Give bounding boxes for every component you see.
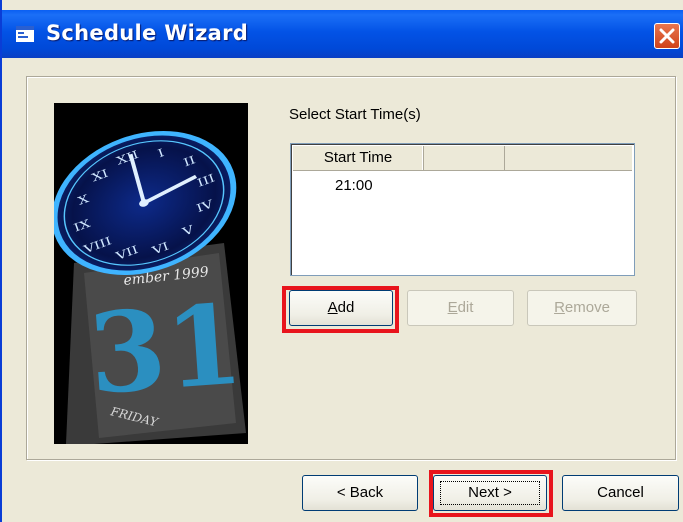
remove-label-rest: emove (564, 299, 610, 316)
edit-mnemonic: E (447, 299, 458, 316)
calendar-day-number: 31 (85, 280, 247, 419)
title-bar[interactable]: Schedule Wizard (2, 10, 683, 58)
list-item[interactable]: 21:00 (335, 177, 373, 194)
add-mnemonic: A (327, 299, 338, 316)
edit-button[interactable]: Edit (407, 290, 514, 326)
start-times-label: Select Start Time(s) (289, 106, 421, 123)
calendar-clock-image: ember 1999 31 FRIDAY XII I II III IV V V… (54, 103, 248, 444)
focus-rectangle (440, 481, 540, 505)
remove-mnemonic: R (554, 299, 565, 316)
window-app-icon (16, 26, 34, 42)
add-button[interactable]: Add (289, 290, 393, 326)
start-times-list[interactable]: Start Time 21:00 (290, 143, 635, 276)
next-button[interactable]: Next > (433, 475, 547, 511)
remove-button[interactable]: Remove (527, 290, 637, 326)
close-button[interactable] (654, 23, 680, 49)
back-button[interactable]: < Back (302, 475, 418, 511)
close-icon (659, 28, 675, 44)
clock-calendar-illustration: ember 1999 31 FRIDAY XII I II III IV V V… (54, 103, 248, 444)
window-title: Schedule Wizard (46, 21, 249, 45)
cancel-button[interactable]: Cancel (562, 475, 679, 511)
column-header-start-time[interactable]: Start Time (293, 146, 424, 170)
edit-label-rest: dit (457, 299, 474, 316)
schedule-wizard-window: Schedule Wizard ember 1999 31 FRIDAY XII… (0, 0, 683, 522)
add-label-rest: dd (337, 299, 355, 316)
list-header: Start Time (293, 146, 632, 171)
column-header-empty[interactable] (424, 146, 505, 170)
